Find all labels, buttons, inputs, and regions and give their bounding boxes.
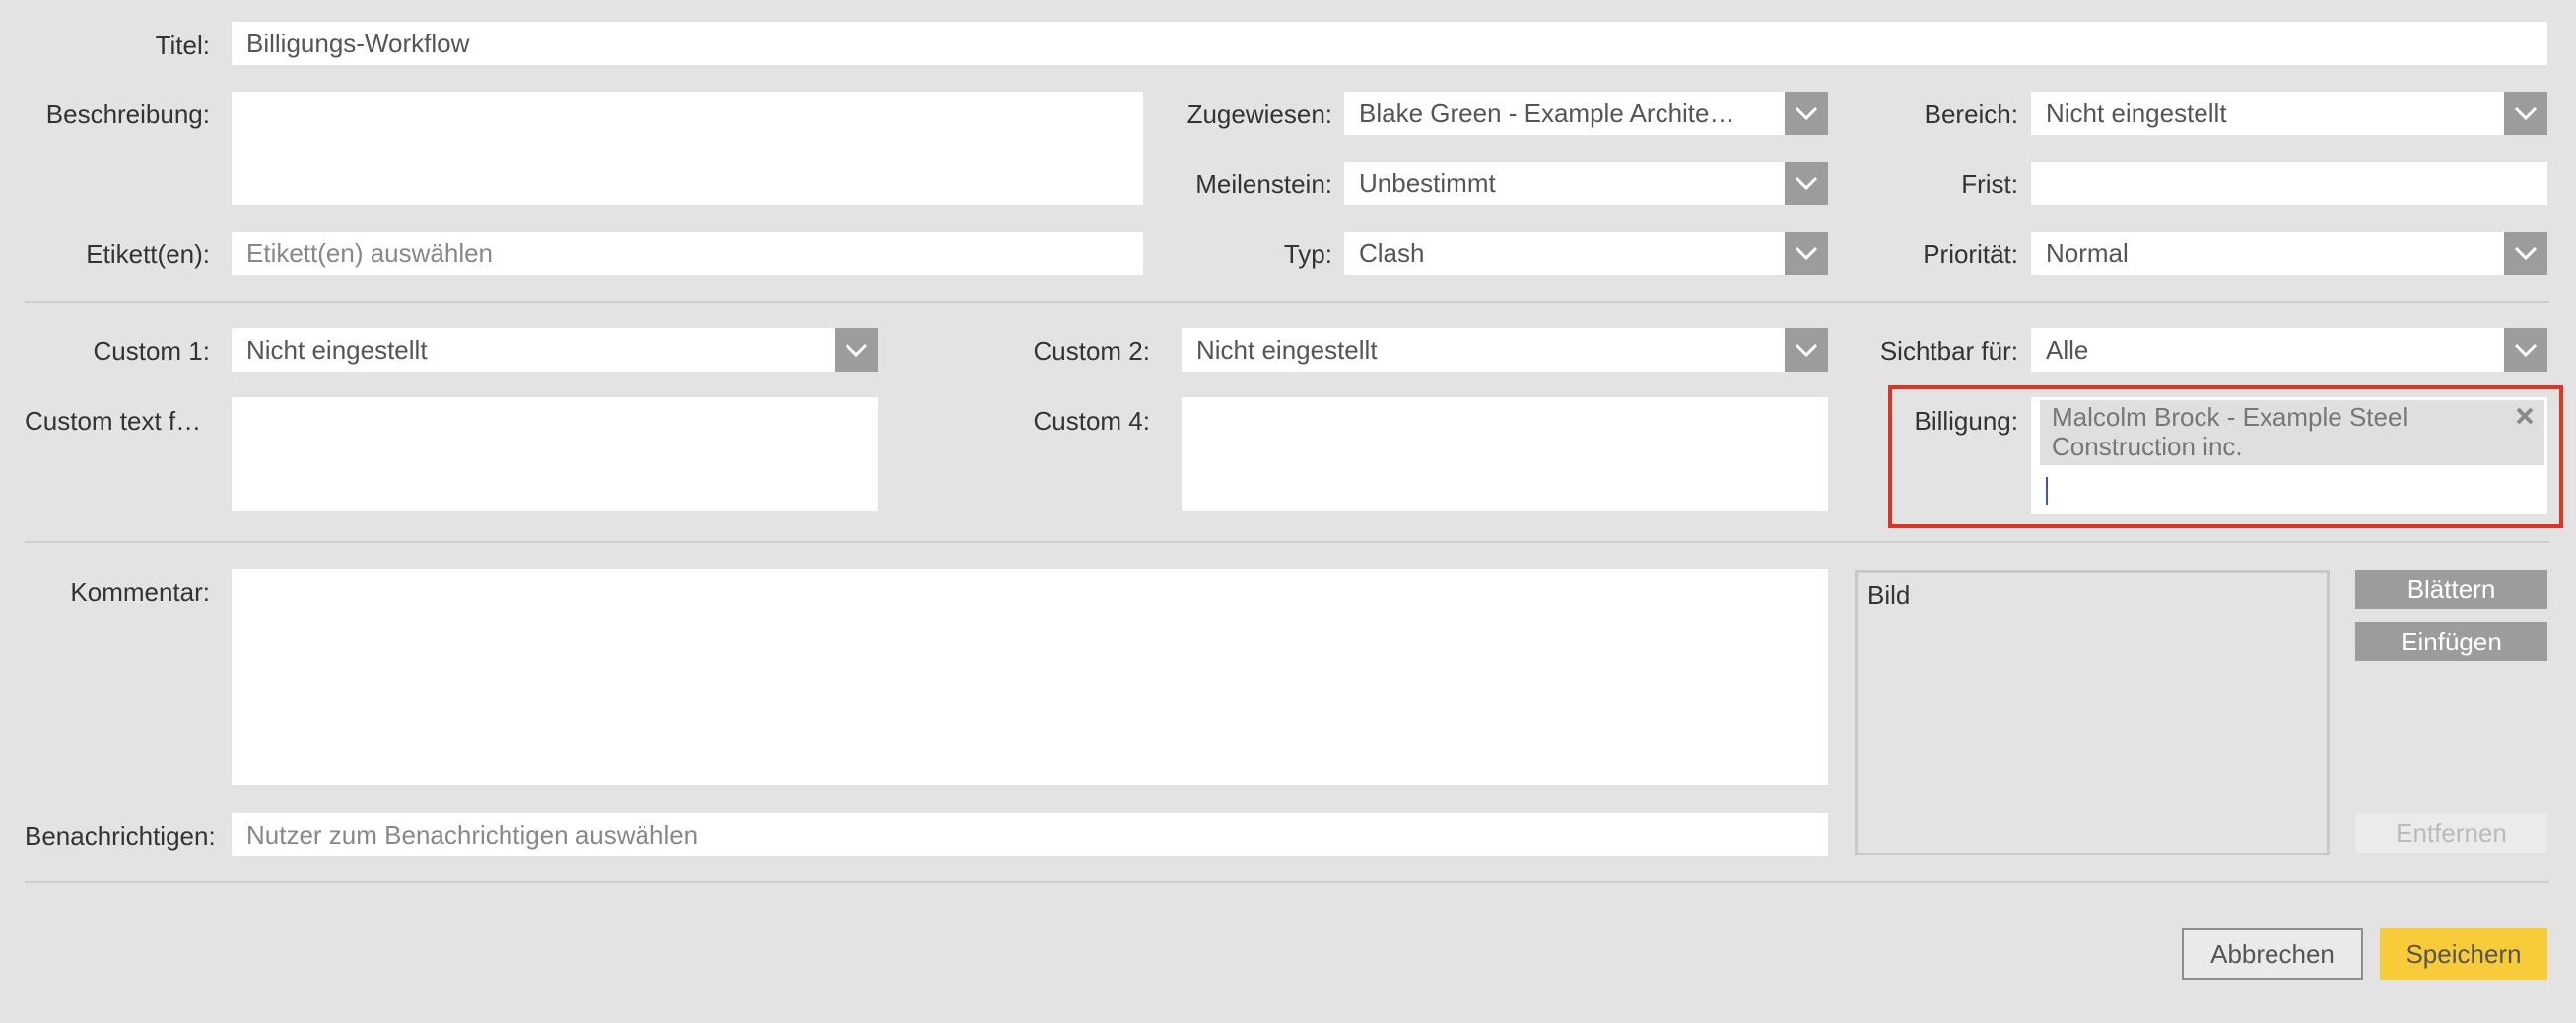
save-button[interactable]: Speichern (2380, 928, 2547, 980)
custom4-textarea[interactable] (1182, 397, 1828, 511)
custom1-select[interactable]: Nicht eingestellt (232, 328, 878, 372)
deadline-label: Frist: (1961, 170, 2018, 199)
type-select[interactable]: Clash (1344, 232, 1828, 275)
chevron-down-icon[interactable] (2504, 328, 2547, 372)
chevron-down-icon[interactable] (1785, 328, 1828, 372)
type-value: Clash (1359, 239, 1425, 268)
chevron-down-icon[interactable] (2504, 92, 2547, 135)
custom1-label: Custom 1: (93, 336, 211, 366)
chevron-down-icon[interactable] (835, 328, 878, 372)
assigned-value: Blake Green - Example Archite… (1359, 99, 1735, 128)
assigned-select[interactable]: Blake Green - Example Archite… (1344, 92, 1828, 135)
chevron-down-icon[interactable] (2504, 232, 2547, 275)
custom2-value: Nicht eingestellt (1196, 335, 1378, 365)
divider (25, 881, 2549, 883)
remove-button[interactable]: Entfernen (2355, 813, 2547, 852)
custom2-label: Custom 2: (1033, 336, 1151, 366)
tags-label: Etikett(en): (86, 239, 210, 269)
visible-for-label: Sichtbar für: (1879, 336, 2018, 366)
notify-label: Benachrichtigen: (25, 821, 216, 851)
image-panel-label: Bild (1867, 580, 1911, 610)
type-label: Typ: (1283, 239, 1332, 269)
description-textarea[interactable] (232, 92, 1143, 205)
tags-input[interactable]: Etikett(en) auswählen (232, 232, 1143, 275)
divider (25, 301, 2549, 303)
milestone-select[interactable]: Unbestimmt (1344, 162, 1828, 205)
custom2-select[interactable]: Nicht eingestellt (1182, 328, 1828, 372)
comment-textarea[interactable] (232, 569, 1828, 785)
chevron-down-icon[interactable] (1785, 232, 1828, 275)
custom-text-label: Custom text f… (25, 406, 202, 436)
area-select[interactable]: Nicht eingestellt (2031, 92, 2547, 135)
paste-button[interactable]: Einfügen (2355, 622, 2547, 661)
approval-highlight (1888, 385, 2563, 528)
milestone-label: Meilenstein: (1195, 170, 1332, 199)
divider (25, 541, 2549, 543)
milestone-value: Unbestimmt (1359, 169, 1496, 198)
description-label: Beschreibung: (45, 100, 210, 129)
title-input[interactable]: Billigungs-Workflow (232, 22, 2547, 65)
priority-value: Normal (2046, 239, 2129, 268)
deadline-input[interactable] (2031, 162, 2547, 205)
priority-select[interactable]: Normal (2031, 232, 2547, 275)
chevron-down-icon[interactable] (1785, 162, 1828, 205)
assigned-label: Zugewiesen: (1186, 100, 1332, 129)
custom4-label: Custom 4: (1033, 406, 1151, 436)
title-label: Titel: (155, 31, 210, 60)
visible-for-select[interactable]: Alle (2031, 328, 2547, 372)
priority-label: Priorität: (1923, 239, 2018, 269)
custom-text-textarea[interactable] (232, 397, 878, 511)
area-value: Nicht eingestellt (2046, 99, 2227, 128)
notify-input[interactable]: Nutzer zum Benachrichtigen auswählen (232, 813, 1828, 856)
image-panel[interactable]: Bild (1855, 570, 2330, 855)
custom1-value: Nicht eingestellt (246, 335, 428, 365)
browse-button[interactable]: Blättern (2355, 570, 2547, 609)
comment-label: Kommentar: (70, 578, 210, 607)
cancel-button[interactable]: Abbrechen (2182, 928, 2363, 980)
area-label: Bereich: (1924, 100, 2018, 129)
visible-for-value: Alle (2046, 335, 2089, 365)
chevron-down-icon[interactable] (1785, 92, 1828, 135)
